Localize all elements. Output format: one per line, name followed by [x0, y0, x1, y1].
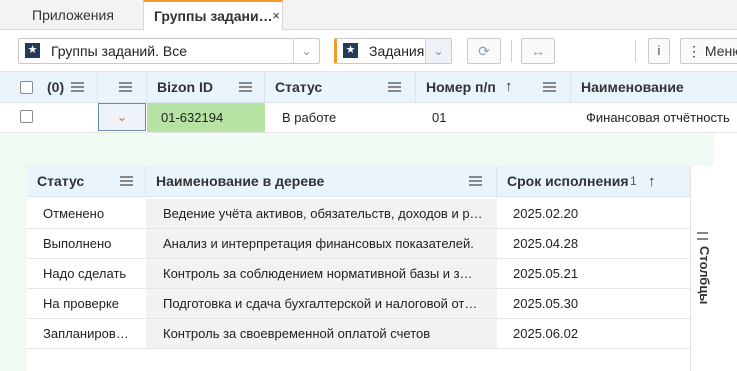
view-select-value: Группы заданий. Все	[51, 43, 187, 59]
column-header-selection: (0)	[0, 72, 98, 102]
column-label-deadline: Срок исполнения	[507, 173, 629, 189]
menu-button-label: Меню	[704, 43, 737, 59]
cell-tree-name[interactable]: Анализ и интерпретация финансовых показа…	[146, 229, 497, 258]
column-menu-icon[interactable]	[543, 82, 556, 92]
column-header-status[interactable]: Статус	[27, 166, 146, 197]
sort-index: 1	[630, 174, 637, 188]
toolbar-divider	[635, 40, 636, 62]
cell-deadline[interactable]: 2025.05.30	[513, 289, 673, 318]
select-all-checkbox[interactable]	[20, 81, 33, 94]
tasks-select-value: Задания	[369, 43, 425, 59]
cell-deadline[interactable]: 2025.05.21	[513, 259, 673, 288]
table-row[interactable]: Отменено Ведение учёта активов, обязател…	[27, 199, 690, 229]
cell-status[interactable]: В работе	[270, 103, 416, 132]
cell-tree-name[interactable]: Подготовка и сдача бухгалтерской и налог…	[146, 289, 497, 318]
menu-button[interactable]: ⋮ Меню	[680, 38, 737, 64]
column-menu-icon[interactable]	[388, 82, 401, 92]
column-header-deadline[interactable]: Срок исполнения 1 ↑	[497, 166, 690, 197]
close-icon[interactable]: ×	[272, 2, 280, 30]
column-label-number: Номер п/п	[426, 79, 496, 95]
selection-count: (0)	[47, 79, 65, 95]
more-vertical-icon: ⋮	[687, 43, 701, 59]
column-label-tree-name: Наименование в дереве	[156, 173, 325, 189]
column-menu-icon[interactable]	[119, 82, 132, 92]
column-menu-icon[interactable]	[469, 176, 482, 186]
cell-tree-name[interactable]: Ведение учёта активов, обязательств, дох…	[146, 199, 497, 228]
right-rail	[714, 133, 737, 371]
column-menu-icon[interactable]	[239, 82, 252, 92]
info-icon: i	[657, 43, 661, 58]
toolbar: ★ Группы заданий. Все ⌄ ★ Задания ⌄ ⟳ ↔ …	[0, 30, 737, 71]
star-icon: ★	[25, 43, 40, 58]
cell-status[interactable]: Выполнено	[43, 229, 143, 258]
column-label-bizon-id: Bizon ID	[157, 79, 213, 95]
columns-panel-label[interactable]: Столбцы	[694, 246, 712, 304]
column-header-bizon-id[interactable]: Bizon ID	[147, 72, 265, 102]
tasks-select[interactable]: ★ Задания ⌄	[334, 38, 452, 64]
cell-name[interactable]: Финансовая отчётность	[574, 103, 737, 132]
table-row[interactable]: Надо сделать Контроль за соблюдением нор…	[27, 259, 690, 289]
cell-deadline[interactable]: 2025.06.02	[513, 319, 673, 348]
chevron-down-icon[interactable]: ⌄	[293, 39, 319, 63]
arrow-up-icon: ↑	[505, 78, 513, 95]
column-label-name: Наименование	[581, 79, 684, 95]
column-header-number[interactable]: Номер п/п ↑	[416, 72, 571, 102]
table-row[interactable]: Запланиров… Контроль за своевременной оп…	[27, 319, 690, 349]
tab-applications[interactable]: Приложения	[32, 0, 114, 30]
expand-button[interactable]: ↔	[521, 38, 555, 64]
view-select[interactable]: ★ Группы заданий. Все ⌄	[18, 38, 320, 64]
tab-task-groups[interactable]: Группы задани… ×	[143, 0, 283, 31]
cell-tree-name[interactable]: Контроль за соблюдением нормативной базы…	[146, 259, 497, 288]
column-menu-icon[interactable]	[71, 82, 84, 92]
cell-tree-name[interactable]: Контроль за своевременной оплатой счетов	[146, 319, 497, 348]
tab-bar: Приложения Группы задани… ×	[0, 0, 737, 31]
refresh-icon: ⟳	[478, 43, 490, 59]
chevron-down-icon[interactable]: ⌄	[425, 39, 451, 63]
cell-status[interactable]: На проверке	[43, 289, 143, 318]
cell-status[interactable]: Отменено	[43, 199, 143, 228]
column-label-status: Статус	[275, 79, 323, 95]
table-row[interactable]: ⌄ 01-632194 В работе 01 Финансовая отчёт…	[0, 103, 737, 133]
toolbar-divider	[511, 40, 512, 62]
row-expand-button[interactable]: ⌄	[98, 103, 146, 131]
cell-deadline[interactable]: 2025.04.28	[513, 229, 673, 258]
detail-panel: Статус Наименование в дереве Срок исполн…	[0, 133, 737, 371]
column-header-tree-name[interactable]: Наименование в дереве	[146, 166, 497, 197]
menu-icon	[697, 232, 708, 240]
star-icon: ★	[343, 43, 358, 58]
refresh-button[interactable]: ⟳	[467, 38, 501, 64]
cell-bizon-id[interactable]: 01-632194	[147, 103, 265, 132]
cell-deadline[interactable]: 2025.02.20	[513, 199, 673, 228]
column-header-status[interactable]: Статус	[265, 72, 416, 102]
arrow-up-icon: ↑	[648, 173, 656, 190]
subgrid-header: Статус Наименование в дереве Срок исполн…	[27, 166, 690, 197]
tab-task-groups-label: Группы задани…	[154, 8, 273, 24]
table-row[interactable]: На проверке Подготовка и сдача бухгалтер…	[27, 289, 690, 319]
info-button[interactable]: i	[648, 38, 670, 64]
subgrid: Статус Наименование в дереве Срок исполн…	[27, 166, 690, 371]
column-label-status: Статус	[37, 173, 85, 189]
cell-status[interactable]: Надо сделать	[43, 259, 143, 288]
cell-status[interactable]: Запланиров…	[43, 319, 143, 348]
row-checkbox[interactable]	[20, 110, 33, 123]
table-row[interactable]: Выполнено Анализ и интерпретация финансо…	[27, 229, 690, 259]
columns-side-panel[interactable]: Столбцы	[690, 166, 714, 371]
column-menu-icon[interactable]	[120, 176, 133, 186]
chevron-down-icon: ⌄	[116, 109, 128, 124]
column-header-expand	[98, 72, 147, 102]
expand-horizontal-icon: ↔	[531, 43, 545, 59]
cell-number[interactable]: 01	[420, 103, 571, 132]
column-header-name[interactable]: Наименование	[571, 72, 737, 102]
grid-header: (0) Bizon ID Статус Номер п/п ↑ Наименов…	[0, 71, 737, 103]
